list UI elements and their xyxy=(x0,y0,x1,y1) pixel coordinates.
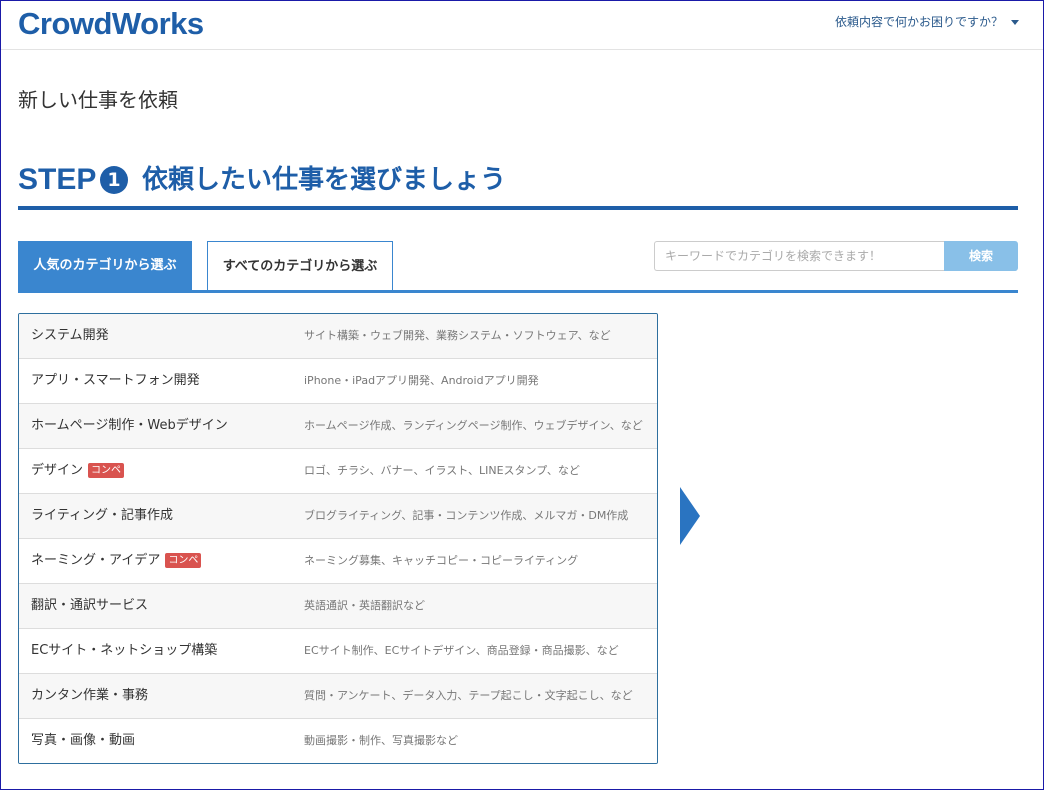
step-label: STEP xyxy=(18,163,97,196)
category-name: ネーミング・アイデア コンペ xyxy=(31,539,202,583)
page-title: 新しい仕事を依頼 xyxy=(18,88,178,112)
crowdworks-logo[interactable]: CrowdWorks xyxy=(18,5,204,43)
category-description: ブログライティング、記事・コンテンツ作成、メルマガ・DM作成 xyxy=(304,509,629,522)
category-list: システム開発 サイト構築・ウェブ開発、業務システム・ソフトウェア、など アプリ・… xyxy=(18,313,658,764)
search-button[interactable]: 検索 xyxy=(944,241,1018,271)
category-row-naming[interactable]: ネーミング・アイデア コンペ ネーミング募集、キャッチコピー・コピーライティング xyxy=(19,539,657,584)
category-description: 動画撮影・制作、写真撮影など xyxy=(304,734,458,747)
category-row-design[interactable]: デザイン コンペ ロゴ、チラシ、バナー、イラスト、LINEスタンプ、など xyxy=(19,449,657,494)
category-name: ホームページ制作・Webデザイン xyxy=(31,418,228,433)
category-row-web-design[interactable]: ホームページ制作・Webデザイン ホームページ作成、ランディングページ制作、ウェ… xyxy=(19,404,657,449)
tab-all-categories[interactable]: すべてのカテゴリから選ぶ xyxy=(207,241,393,290)
category-name: 翻訳・通訳サービス xyxy=(31,598,149,613)
category-row-writing[interactable]: ライティング・記事作成 ブログライティング、記事・コンテンツ作成、メルマガ・DM… xyxy=(19,494,657,539)
category-name: 写真・画像・動画 xyxy=(31,733,136,748)
help-dropdown-label: 依頼内容で何かお困りですか？ xyxy=(834,15,1003,29)
category-description: サイト構築・ウェブ開発、業務システム・ソフトウェア、など xyxy=(304,329,611,342)
category-row-photo-video[interactable]: 写真・画像・動画 動画撮影・制作、写真撮影など xyxy=(19,719,657,763)
category-description: 質問・アンケート、データ入力、テープ起こし・文字起こし、など xyxy=(304,689,633,702)
category-description: 英語通訳・英語翻訳など xyxy=(304,599,425,612)
contest-badge: コンペ xyxy=(165,553,202,568)
tab-popular-categories[interactable]: 人気のカテゴリから選ぶ xyxy=(18,241,192,290)
step-title: 依頼したい仕事を選びましょう xyxy=(142,165,507,195)
category-name: カンタン作業・事務 xyxy=(31,688,149,703)
category-description: ECサイト制作、ECサイトデザイン、商品登録・商品撮影、など xyxy=(304,644,619,657)
category-row-system-development[interactable]: システム開発 サイト構築・ウェブ開発、業務システム・ソフトウェア、など xyxy=(19,314,657,359)
category-row-simple-tasks[interactable]: カンタン作業・事務 質問・アンケート、データ入力、テープ起こし・文字起こし、など xyxy=(19,674,657,719)
category-description: ネーミング募集、キャッチコピー・コピーライティング xyxy=(304,554,579,567)
category-description: iPhone・iPadアプリ開発、Androidアプリ開発 xyxy=(304,374,539,387)
category-name: アプリ・スマートフォン開発 xyxy=(31,373,200,388)
category-description: ホームページ作成、ランディングページ制作、ウェブデザイン、など xyxy=(304,419,643,432)
help-dropdown[interactable]: 依頼内容で何かお困りですか？ xyxy=(835,14,1019,30)
category-row-app-development[interactable]: アプリ・スマートフォン開発 iPhone・iPadアプリ開発、Androidアプ… xyxy=(19,359,657,404)
contest-badge: コンペ xyxy=(88,463,125,478)
step-heading: STEP 1 依頼したい仕事を選びましょう xyxy=(18,160,1018,210)
category-row-translation[interactable]: 翻訳・通訳サービス 英語通訳・英語翻訳など xyxy=(19,584,657,629)
category-name: デザイン コンペ xyxy=(31,449,125,493)
site-header: CrowdWorks 依頼内容で何かお困りですか？ xyxy=(1,1,1043,50)
category-name: システム開発 xyxy=(31,328,109,343)
category-name: ECサイト・ネットショップ構築 xyxy=(31,643,218,658)
category-name: ライティング・記事作成 xyxy=(31,508,173,523)
caret-down-icon xyxy=(1011,20,1019,25)
arrow-right-icon xyxy=(680,487,700,545)
category-description: ロゴ、チラシ、バナー、イラスト、LINEスタンプ、など xyxy=(304,464,580,477)
category-row-ec-site[interactable]: ECサイト・ネットショップ構築 ECサイト制作、ECサイトデザイン、商品登録・商… xyxy=(19,629,657,674)
tabs-underline xyxy=(18,290,1018,293)
category-search-input[interactable] xyxy=(654,241,944,271)
step-number-icon: 1 xyxy=(100,166,128,194)
